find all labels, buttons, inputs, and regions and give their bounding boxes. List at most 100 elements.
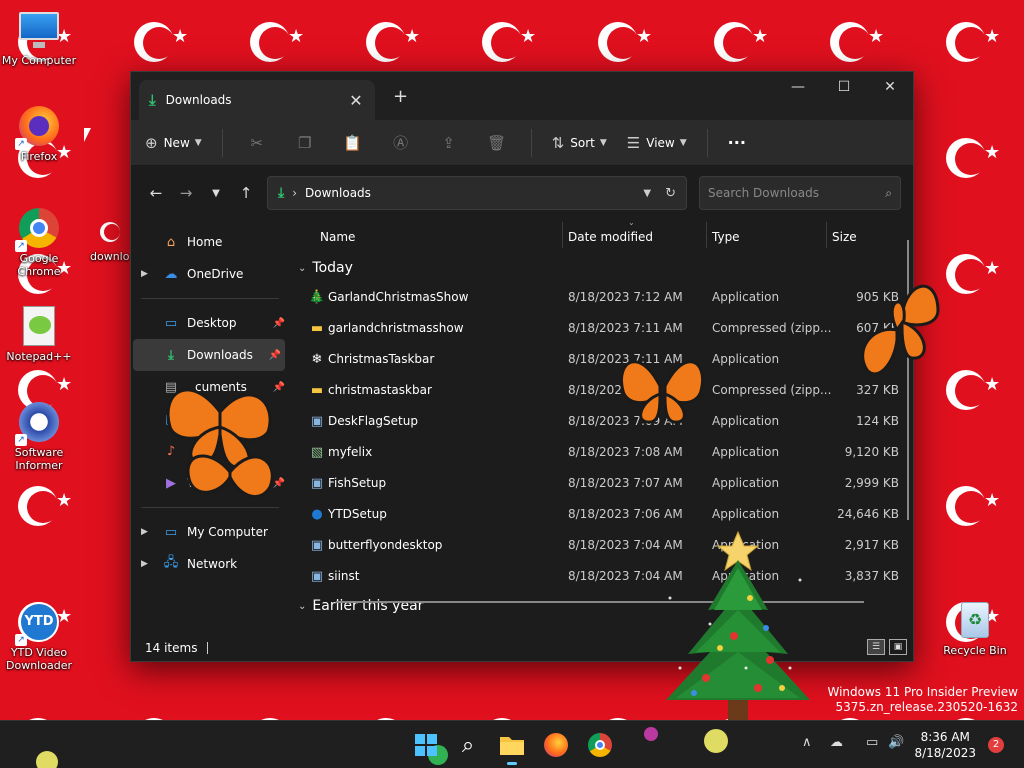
butterfly-decoration	[160, 372, 280, 522]
recent-locations-chevron-icon[interactable]: ▼	[201, 188, 231, 199]
file-row[interactable]: ▣ FishSetup 8/18/2023 7:07 AM Application 2,…	[290, 468, 913, 499]
file-row[interactable]: ▬ garlandchristmasshow 8/18/2023 7:11 AM Co…	[290, 313, 913, 344]
search-button[interactable]: ⌕	[454, 731, 482, 759]
close-window-button[interactable]: ✕	[867, 72, 913, 102]
copy-icon[interactable]: ❐	[291, 134, 319, 152]
software-informer-icon: ↗	[15, 400, 61, 446]
desktop-icon-firefox[interactable]: ↗ Firefox	[0, 104, 78, 163]
share-icon[interactable]: ⇪	[435, 134, 463, 152]
minimize-button[interactable]: —	[775, 72, 821, 102]
file-row[interactable]: ❄ ChristmasTaskbar 8/18/2023 7:11 AM Applic…	[290, 344, 913, 375]
butterfly-decoration	[615, 346, 710, 438]
title-bar[interactable]: ⤓ Downloads ✕ + — ☐ ✕	[131, 72, 913, 120]
desktop-icon-download-file[interactable]: downlo	[84, 218, 134, 263]
address-history-chevron-icon[interactable]: ▼	[643, 188, 651, 199]
search-input[interactable]	[708, 186, 886, 200]
zip-folder-icon: ▬	[310, 383, 324, 398]
crescent-star-decoration: ★	[830, 14, 890, 74]
search-box[interactable]: ⌕	[699, 176, 901, 210]
chevron-right-icon[interactable]: ▶	[141, 269, 157, 279]
paste-icon[interactable]: 📋	[339, 134, 367, 152]
column-header-size[interactable]: Size	[832, 230, 857, 244]
new-button-label: New	[163, 135, 190, 150]
crescent-star-decoration: ★	[134, 710, 194, 720]
crescent-star-decoration: ★	[598, 14, 658, 74]
column-divider[interactable]	[706, 222, 707, 248]
crescent-star-decoration: ★	[946, 246, 1006, 306]
tiles-view-button[interactable]: ▣	[889, 639, 907, 655]
file-date-modified: 8/18/2023 7:12 AM	[568, 290, 683, 304]
pin-icon[interactable]: 📌	[273, 318, 285, 329]
up-arrow-icon[interactable]: ↑	[231, 184, 261, 202]
download-icon: ⤓	[149, 91, 156, 109]
rename-icon[interactable]: Ⓐ	[387, 132, 415, 153]
pin-icon[interactable]: 📌	[269, 350, 281, 361]
chevron-right-icon[interactable]: ▶	[141, 559, 157, 569]
network-icon: 🖧	[163, 555, 179, 570]
taskbar-file-explorer[interactable]	[498, 731, 526, 765]
nav-item-downloads[interactable]: ⤓ Downloads 📌	[133, 339, 285, 371]
notification-badge[interactable]: 2	[988, 737, 1004, 753]
cut-icon[interactable]: ✂	[243, 134, 271, 152]
details-view-button[interactable]: ☰	[867, 639, 885, 655]
desktop-icon-google-chrome[interactable]: ↗ Google Chrome	[0, 206, 78, 278]
desktop-icon-recycle-bin[interactable]: ♻ Recycle Bin	[936, 598, 1014, 657]
desktop-icon-my-computer[interactable]: My Computer	[0, 8, 78, 67]
nav-item-home[interactable]: ⌂ Home	[131, 226, 289, 258]
chrome-icon: ↗	[15, 206, 61, 252]
file-row[interactable]: ▬ christmastaskbar 8/18/2023 7 Compressed (…	[290, 375, 913, 406]
maximize-button[interactable]: ☐	[821, 72, 867, 102]
address-bar[interactable]: ⤓ › Downloads ▼ ↻	[267, 176, 687, 210]
file-date-modified: 8/18/2023 7:06 AM	[568, 507, 683, 521]
more-options-button[interactable]: ···	[728, 133, 746, 152]
new-tab-button[interactable]: +	[393, 86, 408, 107]
breadcrumb-downloads[interactable]: Downloads	[305, 186, 371, 200]
desktop-icon-software-informer[interactable]: ↗ Software Informer	[0, 400, 78, 472]
file-name: siinst	[328, 569, 360, 583]
taskbar-firefox[interactable]	[542, 731, 570, 759]
column-header-type[interactable]: Type	[712, 230, 740, 244]
watermark-line: 5375.zn_release.230520-1632	[835, 700, 1018, 714]
file-row[interactable]: ● YTDSetup 8/18/2023 7:06 AM Application 24,…	[290, 499, 913, 530]
setup-icon: ▣	[310, 569, 324, 584]
desktop-folder-icon: ▭	[164, 315, 178, 331]
delete-icon[interactable]: 🗑	[483, 134, 511, 152]
group-header-today[interactable]: ⌄ Today	[290, 254, 913, 282]
onedrive-cloud-icon[interactable]: ☁	[830, 735, 843, 750]
start-button[interactable]	[412, 731, 440, 759]
nav-item-desktop[interactable]: ▭ Desktop 📌	[131, 307, 289, 339]
file-row[interactable]: 🎄 GarlandChristmasShow 8/18/2023 7:12 AM Ap…	[290, 282, 913, 313]
forward-arrow-icon[interactable]: →	[171, 184, 201, 202]
file-row[interactable]: ▧ myfelix 8/18/2023 7:08 AM Application 9,12…	[290, 437, 913, 468]
column-divider[interactable]	[562, 222, 563, 248]
view-button[interactable]: ☰ View ▼	[627, 134, 687, 152]
desktop-icon-notepad-plus-plus[interactable]: Notepad++	[0, 304, 78, 363]
close-tab-icon[interactable]: ✕	[347, 91, 365, 110]
clock[interactable]: 8:36 AM 8/18/2023	[914, 729, 976, 761]
refresh-icon[interactable]: ↻	[665, 186, 676, 201]
setup-icon: ▣	[310, 476, 324, 491]
column-divider[interactable]	[826, 222, 827, 248]
file-name: ChristmasTaskbar	[328, 352, 435, 366]
search-icon[interactable]: ⌕	[885, 186, 892, 201]
column-header-name[interactable]: Name	[320, 230, 355, 244]
file-row[interactable]: ▣ DeskFlagSetup 8/18/2023 7:09 AM Applicati…	[290, 406, 913, 437]
nav-item-network[interactable]: ▶ 🖧 Network	[131, 548, 289, 580]
sort-button[interactable]: ⇅ Sort ▼	[552, 134, 607, 152]
new-button[interactable]: ⊕ New ▼	[145, 134, 202, 152]
desktop-icon-label: Firefox	[20, 150, 58, 163]
clock-time: 8:36 AM	[920, 730, 970, 744]
tab-downloads[interactable]: ⤓ Downloads ✕	[139, 80, 375, 120]
column-header-date-modified[interactable]: Date modified	[568, 230, 653, 244]
taskbar-chrome[interactable]	[586, 731, 614, 759]
network-status-icon[interactable]: ▭	[866, 735, 878, 750]
nav-item-onedrive[interactable]: ▶ ☁ OneDrive	[131, 258, 289, 290]
back-arrow-icon[interactable]: ←	[141, 184, 171, 202]
desktop-icon-label: Notepad++	[6, 350, 72, 363]
desktop-icon-ytd-video-downloader[interactable]: YTD ↗ YTD Video Downloader	[0, 600, 78, 672]
show-hidden-icons-chevron-icon[interactable]: ∧	[802, 735, 812, 750]
volume-icon[interactable]: 🔊	[888, 735, 904, 750]
chevron-down-icon: ▼	[679, 137, 687, 148]
zip-folder-icon: ▬	[310, 321, 324, 336]
chevron-right-icon[interactable]: ▶	[141, 527, 157, 537]
